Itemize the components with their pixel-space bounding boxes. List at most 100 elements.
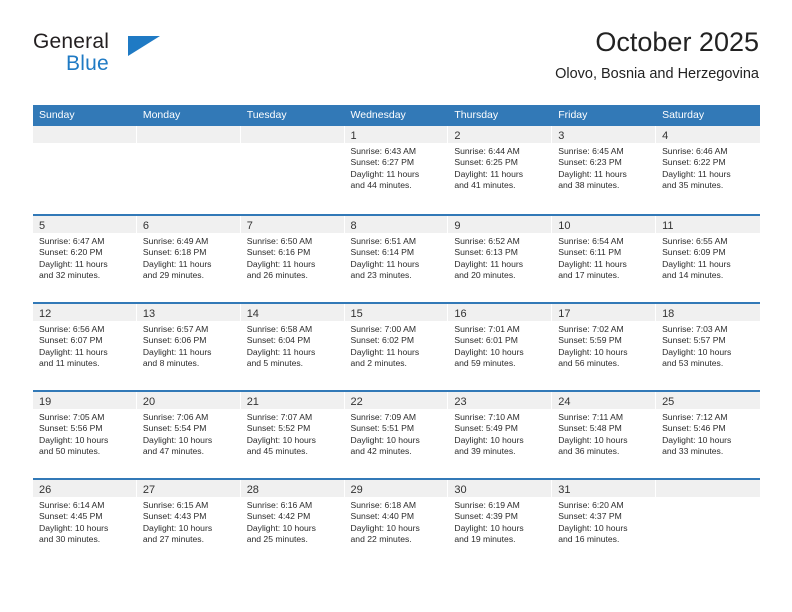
calendar-day-cell[interactable]: 3 Sunrise: 6:45 AM Sunset: 6:23 PM Dayli… (552, 126, 657, 214)
sunrise-text: Sunrise: 6:15 AM (142, 500, 209, 510)
sunset-text: Sunset: 6:11 PM (558, 247, 622, 258)
calendar-day-cell[interactable]: 11 Sunrise: 6:55 AM Sunset: 6:09 PM Dayl… (656, 216, 760, 302)
calendar-day-cell[interactable]: 12 Sunrise: 6:56 AM Sunset: 6:07 PM Dayl… (33, 304, 137, 390)
day-details: Sunrise: 7:09 AM Sunset: 5:51 PM Dayligh… (345, 409, 448, 458)
calendar-day-cell[interactable]: 7 Sunrise: 6:50 AM Sunset: 6:16 PM Dayli… (240, 216, 345, 302)
day-details: Sunrise: 7:07 AM Sunset: 5:52 PM Dayligh… (241, 409, 344, 458)
calendar-day-cell[interactable]: 14 Sunrise: 6:58 AM Sunset: 6:04 PM Dayl… (240, 304, 345, 390)
day-details: Sunrise: 6:19 AM Sunset: 4:39 PM Dayligh… (448, 497, 551, 546)
calendar-day-cell[interactable]: 1 Sunrise: 6:43 AM Sunset: 6:27 PM Dayli… (344, 126, 449, 214)
daylight-text-line1: Daylight: 11 hours (350, 346, 420, 357)
calendar-day-cell[interactable]: 26 Sunrise: 6:14 AM Sunset: 4:45 PM Dayl… (33, 480, 137, 566)
calendar-day-cell[interactable]: 16 Sunrise: 7:01 AM Sunset: 6:01 PM Dayl… (448, 304, 553, 390)
daylight-text-line2: and 44 minutes. (350, 180, 412, 191)
day-details: Sunrise: 6:43 AM Sunset: 6:27 PM Dayligh… (345, 143, 448, 192)
day-number-bar: 3 (552, 126, 656, 143)
sunset-text: Sunset: 5:57 PM (662, 335, 726, 346)
daylight-text-line2: and 41 minutes. (454, 180, 516, 191)
calendar-day-cell[interactable]: 8 Sunrise: 6:51 AM Sunset: 6:14 PM Dayli… (344, 216, 449, 302)
calendar-day-cell[interactable] (240, 126, 345, 214)
sunset-text: Sunset: 6:06 PM (142, 335, 207, 346)
calendar-day-cell[interactable]: 25 Sunrise: 7:12 AM Sunset: 5:46 PM Dayl… (656, 392, 760, 478)
calendar-day-cell[interactable]: 18 Sunrise: 7:03 AM Sunset: 5:57 PM Dayl… (656, 304, 760, 390)
calendar-day-cell[interactable]: 29 Sunrise: 6:18 AM Sunset: 4:40 PM Dayl… (344, 480, 449, 566)
day-details (137, 143, 240, 146)
calendar-day-cell[interactable]: 19 Sunrise: 7:05 AM Sunset: 5:56 PM Dayl… (33, 392, 137, 478)
calendar-day-cell[interactable]: 4 Sunrise: 6:46 AM Sunset: 6:22 PM Dayli… (656, 126, 760, 214)
sunrise-text: Sunrise: 6:14 AM (39, 500, 105, 510)
sunset-text: Sunset: 6:09 PM (662, 247, 726, 258)
calendar-day-cell[interactable]: 6 Sunrise: 6:49 AM Sunset: 6:18 PM Dayli… (136, 216, 241, 302)
daylight-text-line2: and 25 minutes. (246, 534, 308, 545)
daylight-text-line2: and 8 minutes. (142, 358, 200, 369)
daylight-text-line1: Daylight: 10 hours (558, 434, 628, 445)
calendar-day-cell[interactable]: 9 Sunrise: 6:52 AM Sunset: 6:13 PM Dayli… (448, 216, 553, 302)
calendar-day-cell[interactable]: 20 Sunrise: 7:06 AM Sunset: 5:54 PM Dayl… (136, 392, 241, 478)
calendar-day-cell[interactable]: 5 Sunrise: 6:47 AM Sunset: 6:20 PM Dayli… (33, 216, 137, 302)
day-details: Sunrise: 6:18 AM Sunset: 4:40 PM Dayligh… (345, 497, 448, 546)
calendar-day-cell[interactable] (656, 480, 760, 566)
calendar-week-row: 1 Sunrise: 6:43 AM Sunset: 6:27 PM Dayli… (33, 126, 760, 214)
location-subtitle: Olovo, Bosnia and Herzegovina (555, 66, 759, 82)
sunrise-text: Sunrise: 6:49 AM (142, 236, 209, 246)
daylight-text-line2: and 35 minutes. (662, 180, 724, 191)
sunrise-text: Sunrise: 6:44 AM (454, 146, 520, 156)
daylight-text-line2: and 45 minutes. (246, 446, 308, 457)
day-number-bar: 29 (344, 480, 448, 497)
calendar-day-cell[interactable] (136, 126, 241, 214)
daylight-text-line2: and 47 minutes. (142, 446, 204, 457)
calendar-day-cell[interactable]: 27 Sunrise: 6:15 AM Sunset: 4:43 PM Dayl… (136, 480, 241, 566)
sunset-text: Sunset: 4:37 PM (558, 511, 622, 522)
calendar-day-cell[interactable]: 24 Sunrise: 7:11 AM Sunset: 5:48 PM Dayl… (552, 392, 657, 478)
daylight-text-line2: and 56 minutes. (558, 358, 620, 369)
general-blue-logo: General Blue (33, 30, 233, 86)
calendar-day-cell[interactable]: 31 Sunrise: 6:20 AM Sunset: 4:37 PM Dayl… (552, 480, 657, 566)
day-details: Sunrise: 6:16 AM Sunset: 4:42 PM Dayligh… (241, 497, 344, 546)
sunrise-text: Sunrise: 6:57 AM (142, 324, 209, 334)
day-number: 5 (39, 220, 46, 232)
day-details: Sunrise: 6:57 AM Sunset: 6:06 PM Dayligh… (137, 321, 240, 370)
daylight-text-line1: Daylight: 11 hours (39, 346, 108, 357)
day-number: 29 (350, 484, 363, 496)
calendar-day-cell[interactable]: 23 Sunrise: 7:10 AM Sunset: 5:49 PM Dayl… (448, 392, 553, 478)
day-number: 6 (142, 220, 149, 232)
daylight-text-line1: Daylight: 10 hours (454, 434, 524, 445)
day-number-bar: 14 (240, 304, 344, 321)
calendar-day-cell[interactable]: 15 Sunrise: 7:00 AM Sunset: 6:02 PM Dayl… (344, 304, 449, 390)
sunrise-text: Sunrise: 6:16 AM (246, 500, 313, 510)
calendar-day-cell[interactable]: 28 Sunrise: 6:16 AM Sunset: 4:42 PM Dayl… (240, 480, 345, 566)
day-number: 27 (142, 484, 156, 496)
sunset-text: Sunset: 4:40 PM (350, 511, 415, 522)
weekday-header-tuesday: Tuesday (246, 109, 287, 121)
calendar-day-cell[interactable] (33, 126, 137, 214)
daylight-text-line1: Daylight: 11 hours (558, 168, 627, 179)
day-number: 19 (39, 396, 52, 408)
calendar-day-cell[interactable]: 30 Sunrise: 6:19 AM Sunset: 4:39 PM Dayl… (448, 480, 553, 566)
daylight-text-line2: and 14 minutes. (662, 270, 724, 281)
day-number-bar: 17 (552, 304, 656, 321)
sunset-text: Sunset: 6:02 PM (350, 335, 415, 346)
calendar-day-cell[interactable]: 13 Sunrise: 6:57 AM Sunset: 6:06 PM Dayl… (136, 304, 241, 390)
calendar-day-cell[interactable]: 17 Sunrise: 7:02 AM Sunset: 5:59 PM Dayl… (552, 304, 657, 390)
calendar-day-cell[interactable]: 22 Sunrise: 7:09 AM Sunset: 5:51 PM Dayl… (344, 392, 449, 478)
day-number: 14 (246, 308, 259, 320)
daylight-text-line1: Daylight: 11 hours (350, 168, 420, 179)
day-details: Sunrise: 6:47 AM Sunset: 6:20 PM Dayligh… (33, 233, 136, 282)
day-number-bar: 12 (33, 304, 136, 321)
logo-text-blue: Blue (66, 52, 109, 75)
daylight-text-line1: Daylight: 11 hours (662, 168, 731, 179)
calendar-day-cell[interactable]: 2 Sunrise: 6:44 AM Sunset: 6:25 PM Dayli… (448, 126, 553, 214)
calendar-day-cell[interactable]: 10 Sunrise: 6:54 AM Sunset: 6:11 PM Dayl… (552, 216, 657, 302)
daylight-text-line2: and 32 minutes. (39, 270, 101, 281)
day-number-bar: 1 (344, 126, 448, 143)
day-details: Sunrise: 7:06 AM Sunset: 5:54 PM Dayligh… (137, 409, 240, 458)
daylight-text-line1: Daylight: 10 hours (246, 522, 316, 533)
daylight-text-line1: Daylight: 11 hours (246, 346, 316, 357)
day-number: 30 (454, 484, 467, 496)
sunrise-text: Sunrise: 6:51 AM (350, 236, 416, 246)
calendar-day-cell[interactable]: 21 Sunrise: 7:07 AM Sunset: 5:52 PM Dayl… (240, 392, 345, 478)
sunset-text: Sunset: 5:59 PM (558, 335, 622, 346)
day-number-bar: 4 (656, 126, 760, 143)
day-number: 9 (454, 220, 461, 232)
daylight-text-line1: Daylight: 11 hours (246, 258, 316, 269)
